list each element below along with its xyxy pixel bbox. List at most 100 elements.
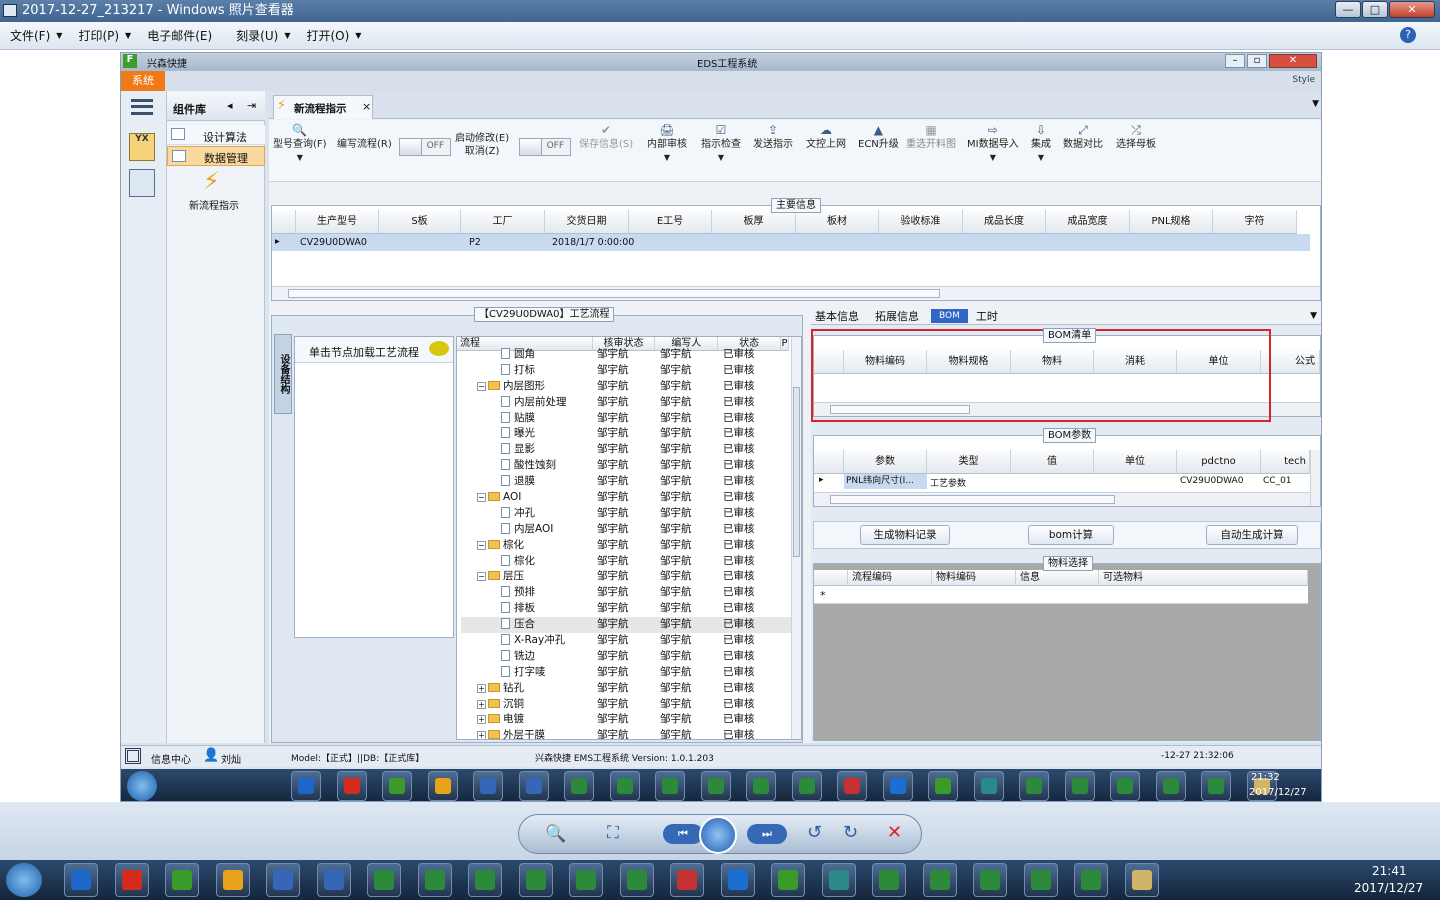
tree-row[interactable]: + 电镀 邹宇航 邹宇航 已审核 bbox=[461, 712, 791, 728]
excel-icon[interactable] bbox=[619, 863, 654, 897]
reselect-cut-button[interactable]: ▦ 重选开料图 bbox=[906, 124, 956, 151]
tab-new-flow[interactable]: ⚡ 新流程指示 × bbox=[273, 95, 373, 119]
maximize-button[interactable]: □ bbox=[1362, 1, 1388, 18]
app-green-f-icon[interactable] bbox=[771, 863, 805, 897]
rotate-left-icon[interactable]: ↺ bbox=[807, 822, 822, 843]
excel-icon[interactable] bbox=[700, 771, 731, 801]
delete-icon[interactable]: ✕ bbox=[887, 822, 902, 843]
app-f-icon[interactable] bbox=[882, 771, 913, 801]
new-flow-label[interactable]: 新流程指示 bbox=[189, 197, 239, 212]
app-g-icon[interactable] bbox=[114, 863, 149, 897]
excel-icon[interactable] bbox=[468, 863, 502, 897]
start-orb-icon[interactable] bbox=[127, 771, 157, 801]
tab-extended-info[interactable]: 拓展信息 bbox=[875, 308, 919, 324]
save-info-button[interactable]: ✔ 保存信息(S) bbox=[579, 124, 633, 151]
zoom-icon[interactable]: 🔍 bbox=[545, 824, 566, 844]
tree-row[interactable]: + 沉铜 邹宇航 邹宇航 已审核 bbox=[461, 697, 791, 713]
hamburger-icon[interactable] bbox=[131, 99, 153, 115]
excel-x-icon[interactable] bbox=[1019, 771, 1049, 801]
app-g-icon[interactable] bbox=[336, 771, 367, 801]
tree-row[interactable]: 压合 邹宇航 邹宇航 已审核 bbox=[461, 617, 791, 634]
new-row[interactable]: * bbox=[814, 586, 1308, 604]
start-modify-button[interactable]: 启动修改(E) 取消(Z) bbox=[455, 132, 509, 158]
col-header[interactable]: 单位 bbox=[1094, 450, 1177, 474]
excel-icon[interactable] bbox=[746, 771, 776, 801]
expand-icon[interactable]: − bbox=[477, 381, 486, 391]
col-header[interactable]: 板材 bbox=[796, 210, 879, 234]
excel-icon[interactable] bbox=[569, 863, 603, 897]
col-header[interactable]: 流程编码 bbox=[848, 570, 932, 586]
tree-row[interactable]: 内层AOI 邹宇航 邹宇航 已审核 bbox=[461, 522, 791, 538]
col-header[interactable]: tech bbox=[1261, 450, 1310, 474]
excel-x-icon[interactable] bbox=[1155, 771, 1186, 801]
tab-close-icon[interactable]: × bbox=[362, 100, 371, 113]
modify-toggle[interactable]: OFF bbox=[519, 138, 571, 156]
col-header[interactable]: E工号 bbox=[629, 210, 712, 234]
tree-row[interactable]: − AOI 邹宇航 邹宇航 已审核 bbox=[461, 490, 791, 506]
tree-row[interactable]: 打标 邹宇航 邹宇航 已审核 bbox=[461, 363, 791, 379]
expand-icon[interactable]: + bbox=[477, 683, 486, 693]
app-f-icon[interactable] bbox=[720, 863, 755, 897]
excel-x-icon[interactable] bbox=[1023, 863, 1058, 897]
expand-icon[interactable]: − bbox=[477, 540, 486, 550]
excel-icon[interactable] bbox=[609, 771, 640, 801]
complib-item-design[interactable]: 设计算法 bbox=[167, 125, 265, 145]
app-close-button[interactable]: ✕ bbox=[1269, 54, 1317, 68]
tree-row[interactable]: X-Ray冲孔 邹宇航 邹宇航 已审核 bbox=[461, 633, 791, 649]
excel-x-icon[interactable] bbox=[872, 863, 906, 897]
excel-x-icon[interactable] bbox=[1074, 863, 1108, 897]
collapse-icon[interactable]: ◂ bbox=[227, 99, 233, 112]
tree-row[interactable]: + 钻孔 邹宇航 邹宇航 已审核 bbox=[461, 681, 791, 697]
tree-row[interactable]: 棕化 邹宇航 邹宇航 已审核 bbox=[461, 554, 791, 570]
col-header[interactable]: 值 bbox=[1011, 450, 1094, 474]
app-eye-icon[interactable] bbox=[973, 771, 1004, 801]
excel-icon[interactable] bbox=[417, 863, 452, 897]
app-restore-button[interactable]: ▫ bbox=[1247, 54, 1267, 68]
col-header[interactable]: 生产型号 bbox=[296, 210, 379, 234]
col-header[interactable]: 类型 bbox=[927, 450, 1011, 474]
device-structure-tab[interactable]: 设备结构 bbox=[274, 334, 292, 414]
tree-row[interactable]: 排板 邹宇航 邹宇航 已审核 bbox=[461, 601, 791, 617]
generate-material-record-button[interactable]: 生成物料记录 bbox=[860, 525, 950, 545]
tree-row[interactable]: 预排 邹宇航 邹宇航 已审核 bbox=[461, 585, 791, 601]
col-header[interactable]: S板 bbox=[379, 210, 461, 234]
app-eye-icon[interactable] bbox=[821, 863, 856, 897]
tree-row[interactable]: 曝光 邹宇航 邹宇航 已审核 bbox=[461, 426, 791, 442]
col-header[interactable]: 字符 bbox=[1213, 210, 1297, 234]
menu-file[interactable]: 文件(F) bbox=[10, 27, 50, 44]
col-header[interactable]: pdctno bbox=[1177, 450, 1261, 474]
rotate-right-icon[interactable]: ↻ bbox=[843, 822, 858, 843]
excel-icon[interactable] bbox=[518, 863, 553, 897]
complib-item-data[interactable]: 数据管理 bbox=[167, 146, 265, 166]
excel-x-icon[interactable] bbox=[1064, 771, 1095, 801]
tab-dropdown-icon[interactable]: ▼ bbox=[1312, 99, 1319, 109]
expand-icon[interactable]: + bbox=[477, 731, 486, 739]
word-icon[interactable] bbox=[473, 771, 503, 801]
col-header[interactable]: 交货日期 bbox=[545, 210, 629, 234]
word-icon[interactable] bbox=[266, 863, 300, 897]
tree-row[interactable]: 铣边 邹宇航 邹宇航 已审核 bbox=[461, 649, 791, 665]
excel-icon[interactable] bbox=[791, 771, 822, 801]
col-header[interactable]: 成品宽度 bbox=[1046, 210, 1130, 234]
slideshow-icon[interactable] bbox=[699, 816, 737, 854]
excel-icon[interactable] bbox=[655, 771, 685, 801]
document-icon[interactable] bbox=[1124, 863, 1159, 897]
lightning-icon[interactable]: ⚡ bbox=[203, 167, 220, 195]
vertical-scrollbar[interactable] bbox=[791, 337, 801, 739]
mi-import-button[interactable]: ⇨ MI数据导入 ▼ bbox=[967, 124, 1019, 164]
word-icon[interactable] bbox=[316, 863, 351, 897]
tab-labor-hours[interactable]: 工时 bbox=[976, 308, 998, 324]
tree-row[interactable]: 打字唛 邹宇航 邹宇航 已审核 bbox=[461, 665, 791, 681]
horizontal-scrollbar[interactable] bbox=[272, 286, 1320, 300]
menu-open[interactable]: 打开(O) bbox=[306, 27, 349, 44]
tab-basic-info[interactable]: 基本信息 bbox=[815, 308, 859, 324]
send-instruction-button[interactable]: ⇪ 发送指示 bbox=[753, 124, 793, 151]
menu-burn[interactable]: 刻录(U) bbox=[236, 27, 278, 44]
shell-icon[interactable] bbox=[427, 771, 458, 801]
system-tab[interactable]: 系统 bbox=[121, 71, 165, 91]
excel-x-icon[interactable] bbox=[922, 863, 957, 897]
integrate-button[interactable]: ⇩ 集成 ▼ bbox=[1031, 124, 1051, 164]
tree-row[interactable]: 冲孔 邹宇航 邹宇航 已审核 bbox=[461, 506, 791, 522]
tree-row[interactable]: 内层前处理 邹宇航 邹宇航 已审核 bbox=[461, 395, 791, 411]
tabs-dropdown-icon[interactable]: ▼ bbox=[1310, 311, 1317, 321]
